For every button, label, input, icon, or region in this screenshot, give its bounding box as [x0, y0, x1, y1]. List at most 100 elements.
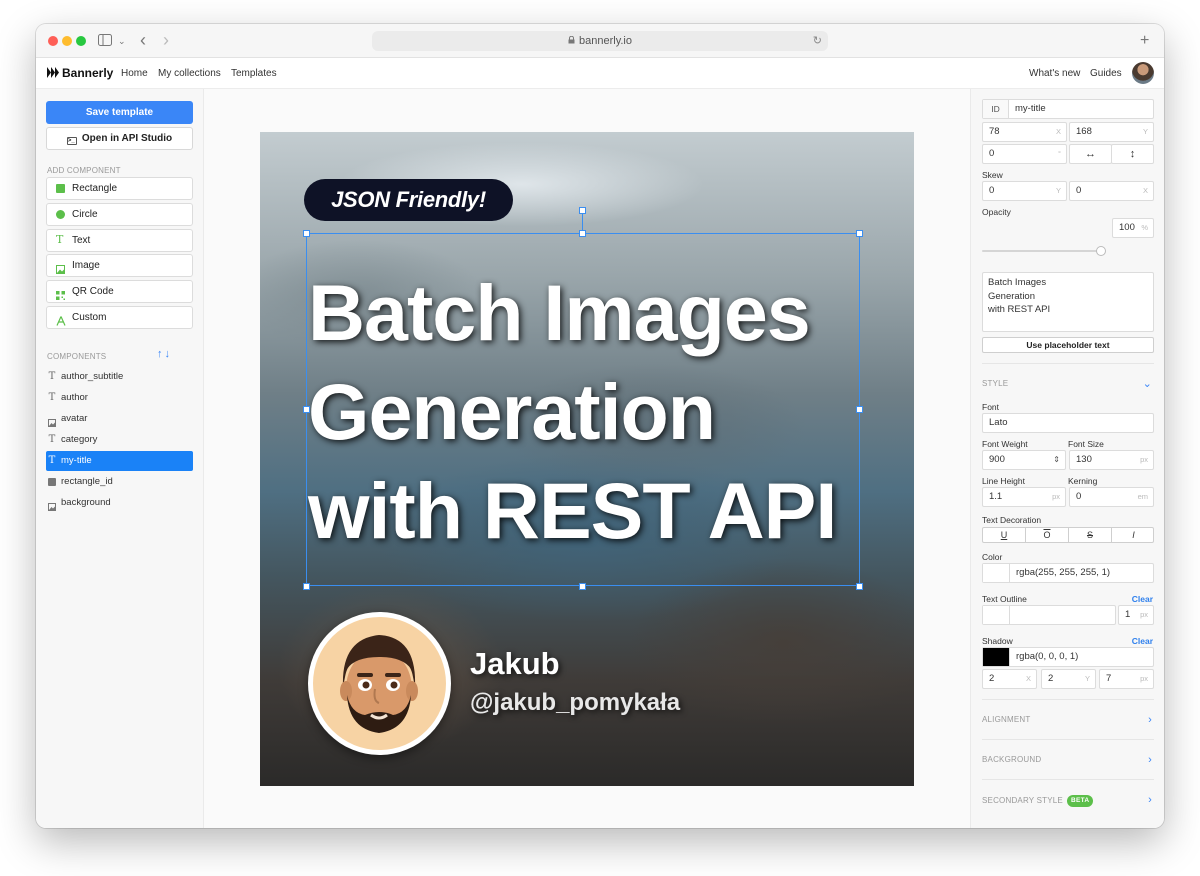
close-window-button[interactable]	[48, 36, 58, 46]
add-qr-code-button[interactable]: QR Code	[46, 280, 193, 303]
nav-templates[interactable]: Templates	[231, 68, 277, 80]
style-section-toggle[interactable]: STYLE ⌄	[982, 378, 1154, 390]
line-height-field[interactable]: 1.1 px	[982, 487, 1066, 507]
component-background[interactable]: background	[46, 493, 193, 513]
opacity-slider-track[interactable]	[982, 250, 1101, 252]
shadow-color-field[interactable]: rgba(0, 0, 0, 1)	[982, 647, 1154, 667]
forward-button[interactable]: ›	[163, 31, 169, 49]
flip-horizontal-button[interactable]: ↔	[1069, 144, 1112, 164]
component-author[interactable]: T author	[46, 388, 193, 408]
user-avatar[interactable]	[1132, 62, 1154, 84]
clear-shadow-link[interactable]: Clear	[1132, 636, 1153, 646]
font-size-field[interactable]: 130 px	[1069, 450, 1154, 470]
resize-handle-bottom-left[interactable]	[303, 583, 310, 590]
banner-canvas[interactable]: JSON Friendly! Batch Images Generation w…	[260, 132, 914, 786]
outline-color-field[interactable]	[982, 605, 1116, 625]
sidebar-icon[interactable]	[98, 32, 112, 50]
component-rectangle-id[interactable]: rectangle_id	[46, 472, 193, 492]
shadow-blur-field[interactable]: 7 px	[1099, 669, 1154, 689]
sort-arrows-icon[interactable]: ↑↓	[157, 348, 172, 360]
back-button[interactable]: ‹	[140, 31, 146, 49]
address-bar[interactable]: bannerly.io ↻	[372, 31, 828, 51]
flip-vertical-button[interactable]: ↕	[1111, 144, 1154, 164]
add-rectangle-button[interactable]: Rectangle	[46, 177, 193, 200]
bannerly-logo[interactable]: Bannerly	[47, 66, 113, 80]
headline-line: Generation	[308, 367, 716, 456]
skew-y-field[interactable]: 0Y	[982, 181, 1067, 201]
rectangle-icon	[48, 478, 56, 486]
shadow-y-field[interactable]: 2Y	[1041, 669, 1096, 689]
skew-x-field[interactable]: 0X	[1069, 181, 1154, 201]
component-author-subtitle[interactable]: T author_subtitle	[46, 367, 193, 387]
overline-button[interactable]: O	[1026, 528, 1069, 542]
kerning-label: Kerning	[1068, 476, 1098, 486]
x-position-field[interactable]: 78 X	[982, 122, 1067, 142]
zoom-window-button[interactable]	[76, 36, 86, 46]
text-icon: T	[48, 455, 56, 466]
text-line: with REST API	[988, 304, 1051, 315]
italic-button[interactable]: I	[1112, 528, 1155, 542]
add-image-button[interactable]: Image	[46, 254, 193, 277]
add-circle-button[interactable]: Circle	[46, 203, 193, 226]
id-value: my-title	[1015, 103, 1046, 114]
minimize-window-button[interactable]	[62, 36, 72, 46]
text-icon: T	[48, 392, 56, 403]
style-heading: STYLE	[982, 379, 1009, 388]
opacity-value: 100	[1119, 222, 1135, 233]
resize-handle-top-left[interactable]	[303, 230, 310, 237]
nav-guides[interactable]: Guides	[1090, 68, 1122, 80]
author-avatar[interactable]	[308, 612, 451, 755]
nav-home[interactable]: Home	[121, 68, 148, 80]
nav-whats-new[interactable]: What's new	[1029, 68, 1080, 80]
add-text-button[interactable]: T Text	[46, 229, 193, 252]
color-label: Color	[982, 552, 1003, 562]
rotation-field[interactable]: 0 °	[982, 144, 1067, 164]
color-swatch[interactable]	[983, 564, 1010, 582]
alignment-section-toggle[interactable]: ALIGNMENT ›	[982, 714, 1154, 726]
category-badge[interactable]: JSON Friendly!	[304, 179, 513, 221]
component-category[interactable]: T category	[46, 430, 193, 450]
outline-width-field[interactable]: 1 px	[1118, 605, 1154, 625]
text-icon: T	[56, 233, 64, 246]
line-height-value: 1.1	[989, 491, 1003, 502]
background-section-toggle[interactable]: BACKGROUND ›	[982, 754, 1154, 766]
font-select[interactable]: Lato	[982, 413, 1154, 433]
save-template-button[interactable]: Save template	[46, 101, 193, 124]
component-my-title[interactable]: T my-title	[46, 451, 193, 471]
resize-handle-bottom-right[interactable]	[856, 583, 863, 590]
opacity-field[interactable]: 100%	[1112, 218, 1154, 238]
shadow-color-swatch[interactable]	[983, 648, 1010, 666]
color-field[interactable]: rgba(255, 255, 255, 1)	[982, 563, 1154, 583]
outline-color-swatch[interactable]	[983, 606, 1010, 624]
opacity-slider-thumb[interactable]	[1096, 246, 1106, 256]
secondary-style-section-toggle[interactable]: SECONDARY STYLE BETA ›	[982, 794, 1154, 807]
use-placeholder-text-button[interactable]: Use placeholder text	[982, 337, 1154, 353]
author-subtitle[interactable]: @jakub_pomykała	[470, 688, 680, 718]
new-tab-button[interactable]: +	[1140, 32, 1149, 50]
resize-handle-right[interactable]	[856, 406, 863, 413]
component-avatar[interactable]: avatar	[46, 409, 193, 429]
resize-handle-top[interactable]	[579, 230, 586, 237]
font-weight-select[interactable]: 900 ⇕	[982, 450, 1066, 470]
open-api-studio-button[interactable]: >_ Open in API Studio	[46, 127, 193, 150]
resize-handle-left[interactable]	[303, 406, 310, 413]
rotation-value: 0	[989, 148, 995, 159]
author-name[interactable]: Jakub	[470, 646, 560, 682]
shadow-x-field[interactable]: 2X	[982, 669, 1037, 689]
kerning-field[interactable]: 0 em	[1069, 487, 1154, 507]
resize-handle-top-right[interactable]	[856, 230, 863, 237]
headline-line: with REST API	[308, 466, 837, 555]
add-custom-button[interactable]: Custom	[46, 306, 193, 329]
nav-my-collections[interactable]: My collections	[158, 68, 221, 80]
text-content-textarea[interactable]: Batch Images Generation with REST API	[982, 272, 1154, 332]
strikethrough-button[interactable]: S	[1069, 528, 1112, 542]
underline-button[interactable]: U	[983, 528, 1026, 542]
rotation-handle[interactable]	[579, 207, 586, 214]
y-position-field[interactable]: 168 Y	[1069, 122, 1154, 142]
reload-icon[interactable]: ↻	[813, 31, 822, 51]
headline-text[interactable]: Batch Images Generation with REST API	[308, 263, 868, 560]
resize-handle-bottom[interactable]	[579, 583, 586, 590]
chevron-down-icon[interactable]: ⌄	[118, 32, 126, 50]
clear-outline-link[interactable]: Clear	[1132, 594, 1153, 604]
id-field[interactable]: ID my-title	[982, 99, 1154, 119]
